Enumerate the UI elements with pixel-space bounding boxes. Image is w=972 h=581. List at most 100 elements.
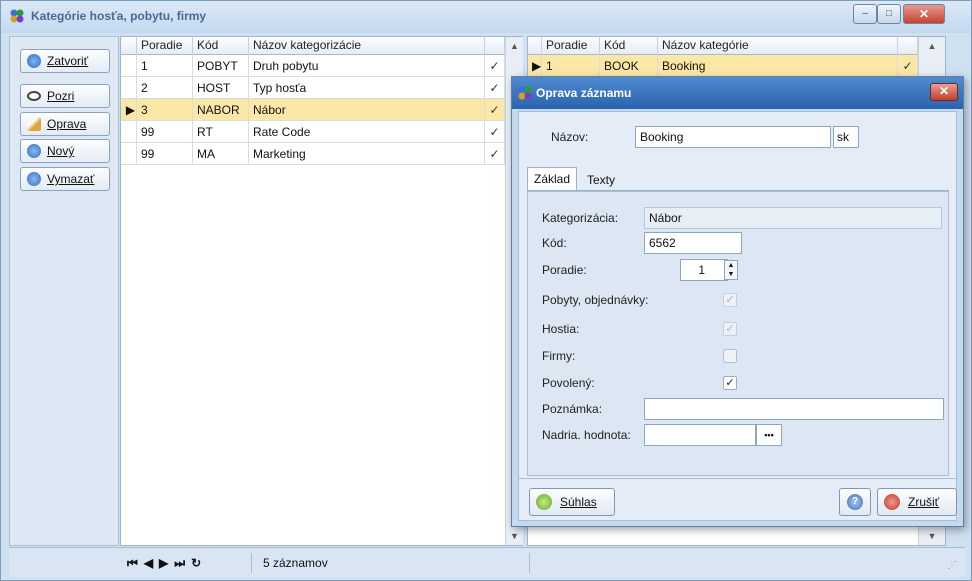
edit-record-dialog: Oprava záznamu ✕ Názov: Booking sk Zákla… (511, 76, 964, 527)
order-cell: 3 (137, 99, 193, 121)
col-name-header[interactable]: Názov kategórie (658, 37, 898, 55)
order-cell: 99 (137, 121, 193, 143)
new-button-label: Nový (47, 144, 75, 158)
status-bar: ⏮ ◀ ▶ ⏭ ↻ 5 záznamov ⋰ (9, 547, 965, 577)
language-button[interactable]: sk (833, 126, 859, 148)
name-label: Názov: (551, 130, 589, 144)
delete-button[interactable]: Vymazať (20, 167, 110, 191)
guests-checkbox[interactable]: ✓ (723, 322, 737, 336)
col-order-header[interactable]: Poradie (542, 37, 600, 55)
table-row[interactable]: 99 RT Rate Code ✓ (121, 121, 505, 143)
help-button[interactable]: ? (839, 488, 871, 516)
delete-button-label: Vymazať (47, 172, 95, 186)
note-input[interactable] (644, 398, 944, 420)
status-divider (251, 553, 252, 573)
minimize-button[interactable]: – (853, 4, 877, 24)
order-cell: 1 (137, 55, 193, 77)
code-cell: BOOK (600, 55, 658, 77)
table-row[interactable]: ▶ 3 NABOR Nábor ✓ (121, 99, 505, 121)
tab-texts[interactable]: Texty (581, 169, 621, 191)
name-cell: Typ hosťa (249, 77, 485, 99)
refresh-icon[interactable]: ↻ (191, 556, 207, 571)
first-record-icon[interactable]: ⏮ (127, 556, 144, 571)
code-cell: MA (193, 143, 249, 165)
code-label: Kód: (542, 236, 567, 250)
row-indicator-icon (121, 143, 137, 165)
view-button[interactable]: Pozri (20, 84, 110, 108)
table-row[interactable]: 2 HOST Typ hosťa ✓ (121, 77, 505, 99)
confirm-button[interactable]: Súhlas (529, 488, 615, 516)
stays-label: Pobyty, objednávky: (542, 293, 649, 307)
code-cell: POBYT (193, 55, 249, 77)
eye-icon (27, 91, 41, 101)
category-field: Nábor (644, 207, 942, 229)
order-cell: 1 (542, 55, 600, 77)
guests-label: Hostia: (542, 322, 580, 336)
name-input[interactable]: Booking (635, 126, 831, 148)
firms-checkbox[interactable] (723, 349, 737, 363)
category-grid-header: Poradie Kód Názov kategórie (528, 37, 918, 55)
cancel-button[interactable]: Zrušiť (877, 488, 957, 516)
order-input[interactable]: 1 (680, 259, 728, 281)
code-cell: RT (193, 121, 249, 143)
parent-value-label: Nadria. hodnota: (542, 428, 631, 442)
col-code-header[interactable]: Kód (193, 37, 249, 55)
order-stepper[interactable]: ▲ ▼ (724, 260, 738, 280)
table-row[interactable]: 99 MA Marketing ✓ (121, 143, 505, 165)
row-indicator-icon: ▶ (528, 55, 542, 77)
active-check-icon: ✓ (898, 55, 918, 77)
active-check-icon: ✓ (485, 143, 505, 165)
resize-grip-icon[interactable]: ⋰ (947, 560, 957, 571)
close-button[interactable]: Zatvoriť (20, 49, 110, 73)
col-code-header[interactable]: Kód (600, 37, 658, 55)
active-check-icon: ✓ (485, 121, 505, 143)
tab-basic[interactable]: Základ (527, 167, 578, 191)
dialog-title: Oprava záznamu (536, 86, 632, 100)
parent-value-input[interactable] (644, 424, 756, 446)
row-indicator-icon (121, 55, 137, 77)
col-name-header[interactable]: Názov kategorizácie (249, 37, 485, 55)
close-window-button[interactable]: ✕ (903, 4, 945, 24)
main-title-bar: Kategórie hosťa, pobytu, firmy – □ ✕ (1, 1, 971, 33)
edit-button[interactable]: Oprava (20, 112, 110, 136)
view-button-label: Pozri (47, 89, 75, 103)
edit-button-label: Oprava (47, 117, 87, 131)
prev-record-icon[interactable]: ◀ (144, 556, 159, 571)
last-record-icon[interactable]: ⏭ (174, 556, 191, 571)
basic-tab-panel: Kategorizácia: Nábor Kód: 6562 Poradie: … (527, 191, 949, 476)
enabled-checkbox[interactable]: ✓ (723, 376, 737, 390)
record-count: 5 záznamov (263, 556, 328, 570)
code-cell: HOST (193, 77, 249, 99)
firms-label: Firmy: (542, 349, 576, 363)
next-record-icon[interactable]: ▶ (159, 556, 174, 571)
table-row[interactable]: ▶ 1 BOOK Booking ✓ (528, 55, 918, 77)
active-check-icon: ✓ (485, 77, 505, 99)
note-label: Poznámka: (542, 402, 603, 416)
row-indicator-icon: ▶ (121, 99, 137, 121)
new-button[interactable]: Nový (20, 139, 110, 163)
col-order-header[interactable]: Poradie (137, 37, 193, 55)
name-cell: Nábor (249, 99, 485, 121)
scroll-down-icon[interactable]: ▼ (919, 531, 945, 541)
name-cell: Marketing (249, 143, 485, 165)
table-row[interactable]: 1 POBYT Druh pobytu ✓ (121, 55, 505, 77)
name-cell: Booking (658, 55, 898, 77)
check-circle-icon (536, 494, 552, 510)
confirm-button-label: Súhlas (560, 495, 597, 509)
cancel-icon (884, 494, 900, 510)
scroll-up-icon[interactable]: ▲ (919, 41, 945, 51)
order-cell: 2 (137, 77, 193, 99)
pencil-icon (27, 117, 41, 131)
parent-value-lookup-button[interactable]: ••• (756, 424, 782, 446)
dialog-close-button[interactable]: ✕ (930, 83, 958, 101)
maximize-button[interactable]: □ (877, 4, 901, 24)
app-icon (518, 86, 532, 100)
status-divider (529, 553, 530, 573)
code-input[interactable]: 6562 (644, 232, 742, 254)
col-active-header (898, 37, 918, 55)
cancel-button-label: Zrušiť (908, 495, 940, 509)
scroll-down-icon[interactable]: ▼ (506, 531, 523, 541)
stays-checkbox[interactable]: ✓ (723, 293, 737, 307)
dialog-title-bar: Oprava záznamu ✕ (512, 77, 963, 109)
scroll-up-icon[interactable]: ▲ (506, 41, 523, 51)
